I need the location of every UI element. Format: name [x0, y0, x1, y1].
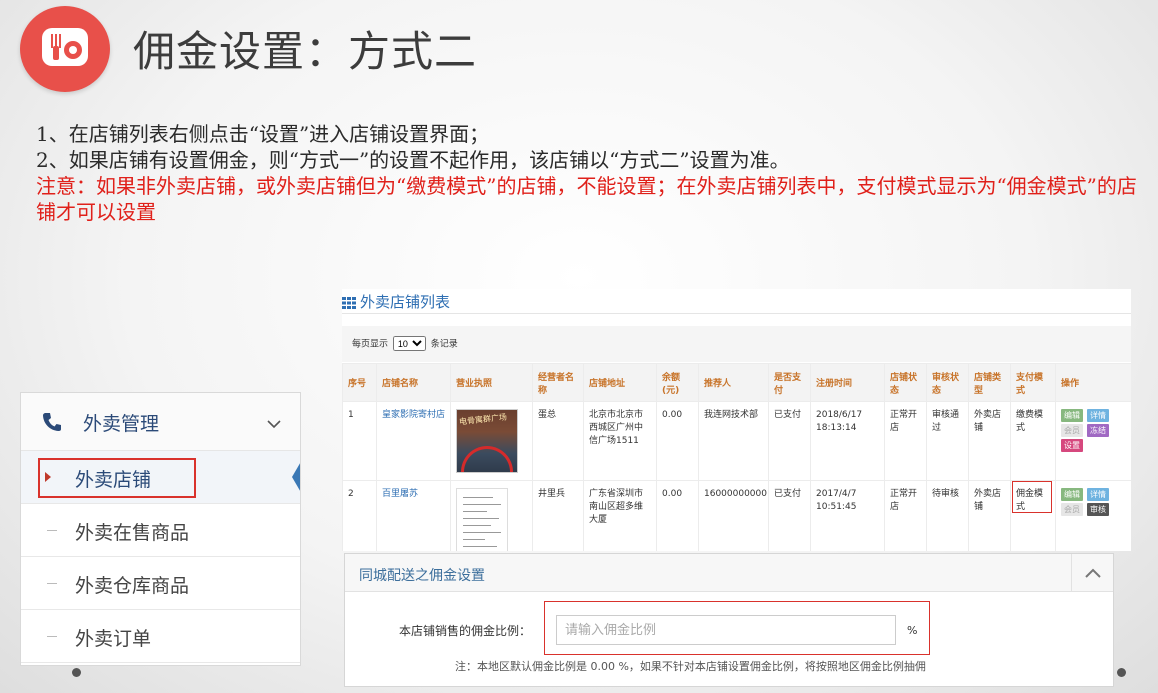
table-header-row: 序号 店铺名称 营业执照 经营者名称 店铺地址 余额(元) 推荐人 是否支付 注… [342, 363, 1131, 402]
divider [342, 313, 1131, 314]
cell-review: 审核通过 [926, 401, 969, 481]
cell-paid: 已支付 [768, 480, 811, 551]
sidebar-item-takeout-orders[interactable]: 外卖订单 [21, 610, 300, 663]
arch-graphic [461, 446, 513, 472]
cell-no: 2 [342, 480, 377, 551]
commission-title: 同城配送之佣金设置 [359, 568, 485, 584]
store-name-link[interactable]: 百里屠苏 [376, 480, 451, 551]
commission-hint: 注：本地区默认佣金比例是 0.00 %，如果不针对本店铺设置佣金比例，将按照地区… [455, 660, 926, 673]
collapse-toggle[interactable] [1071, 554, 1113, 592]
sidebar-item-label: 外卖仓库商品 [75, 575, 190, 597]
cell-license [450, 480, 533, 551]
sidebar-section-label: 外卖管理 [83, 413, 160, 435]
slide-dot [72, 668, 81, 677]
cell-actions: 编辑 详情 会员 冻结 设置 [1055, 401, 1131, 481]
cell-balance: 0.00 [656, 401, 699, 481]
member-button[interactable]: 会员 [1061, 503, 1083, 516]
column-header[interactable]: 余额(元) [656, 363, 699, 402]
tree-dash [47, 583, 57, 584]
member-button[interactable]: 会员 [1061, 424, 1083, 437]
cell-address: 北京市北京市西城区广州中信广场1511 [583, 401, 657, 481]
cell-review: 待审核 [926, 480, 969, 551]
column-header[interactable]: 支付模式 [1010, 363, 1056, 402]
cell-reg-time: 2018/6/17 18:13:14 [810, 401, 885, 481]
sidebar-item-label: 外卖订单 [75, 628, 152, 650]
review-button[interactable]: 审核 [1087, 503, 1109, 516]
column-header[interactable]: 经营者名称 [532, 363, 584, 402]
tree-dash [47, 636, 57, 637]
edit-button[interactable]: 编辑 [1061, 488, 1083, 501]
detail-button[interactable]: 详情 [1087, 488, 1109, 501]
commission-rate-label: 本店铺销售的佣金比例： [399, 624, 532, 638]
store-list-title-text: 外卖店铺列表 [360, 293, 451, 311]
logo-icon [20, 6, 110, 92]
store-list-title: 外卖店铺列表 [342, 291, 450, 313]
cell-pay-mode: 缴费模式 [1010, 401, 1056, 481]
page-title: 佣金设置：方式二 [133, 27, 478, 76]
column-header[interactable]: 推荐人 [698, 363, 769, 402]
highlight-box-pay-mode [1012, 481, 1052, 513]
cell-status: 正常开店 [884, 401, 927, 481]
commission-header: 同城配送之佣金设置 [345, 554, 1113, 592]
chevron-down-icon[interactable] [266, 415, 282, 434]
grid-icon [342, 295, 356, 313]
edit-button[interactable]: 编辑 [1061, 409, 1083, 422]
cell-no: 1 [342, 401, 377, 481]
sidebar-item-takeout-warehouse[interactable]: 外卖仓库商品 [21, 557, 300, 610]
phone-icon [41, 411, 63, 437]
tree-dash [47, 530, 57, 531]
cell-owner: 蛋总 [532, 401, 584, 481]
column-header: 操作 [1055, 363, 1131, 402]
settings-button[interactable]: 设置 [1061, 439, 1083, 452]
license-image[interactable]: 电骨寓群广场 [456, 409, 518, 473]
column-header[interactable]: 店铺地址 [583, 363, 657, 402]
cell-status: 正常开店 [884, 480, 927, 551]
instruction-note: 注意：如果非外卖店铺，或外卖店铺但为“缴费模式”的店铺，不能设置；在外卖店铺列表… [36, 174, 1137, 224]
license-image[interactable] [456, 488, 508, 551]
page-size-prefix: 每页显示 [352, 339, 389, 350]
page-size-select[interactable]: 10 [392, 336, 426, 351]
page-size-suffix: 条记录 [430, 339, 458, 350]
page-size-bar: 每页显示 10 条记录 [342, 326, 1131, 362]
cell-balance: 0.00 [656, 480, 699, 551]
column-header[interactable]: 店铺名称 [376, 363, 451, 402]
highlight-box-sidebar [38, 458, 196, 498]
store-name-link[interactable]: 皇家影院寄村店 [376, 401, 451, 481]
column-header[interactable]: 营业执照 [450, 363, 533, 402]
chevron-up-icon [1085, 568, 1101, 578]
cell-license: 电骨寓群广场 [450, 401, 533, 481]
license-image-text: 电骨寓群广场 [458, 412, 508, 427]
active-indicator [292, 453, 300, 501]
column-header[interactable]: 店铺类型 [968, 363, 1011, 402]
cell-referrer: 16000000000 [698, 480, 769, 551]
sidebar-section-takeout[interactable]: 外卖管理 [21, 393, 300, 451]
slide-dot [1117, 668, 1126, 677]
cell-referrer: 我连网技术部 [698, 401, 769, 481]
column-header[interactable]: 注册时间 [810, 363, 885, 402]
highlight-box-commission-input [544, 601, 930, 655]
store-table: 序号 店铺名称 营业执照 经营者名称 店铺地址 余额(元) 推荐人 是否支付 注… [342, 363, 1131, 551]
column-header[interactable]: 店铺状态 [884, 363, 927, 402]
instruction-line-1: 1、在店铺列表右侧点击“设置”进入店铺设置界面； [36, 122, 490, 146]
instruction-line-2: 2、如果店铺有设置佣金，则“方式一”的设置不起作用，该店铺以“方式二”设置为准。 [36, 148, 790, 172]
cell-type: 外卖店铺 [968, 401, 1011, 481]
table-row: 1 皇家影院寄村店 电骨寓群广场 蛋总 北京市北京市西城区广州中信广场1511 … [342, 401, 1131, 481]
instructions: 1、在店铺列表右侧点击“设置”进入店铺设置界面； 2、如果店铺有设置佣金，则“方… [36, 121, 1146, 225]
freeze-button[interactable]: 冻结 [1087, 424, 1109, 437]
sidebar-item-label: 外卖在售商品 [75, 522, 190, 544]
cell-paid: 已支付 [768, 401, 811, 481]
cell-owner: 井里兵 [532, 480, 584, 551]
cell-address: 广东省深圳市南山区超多维大厦 [583, 480, 657, 551]
column-header[interactable]: 是否支付 [768, 363, 811, 402]
cell-actions: 编辑 详情 会员 审核 [1055, 480, 1131, 551]
cell-type: 外卖店铺 [968, 480, 1011, 551]
sidebar-menu: 外卖管理 外卖店铺 外卖在售商品 外卖仓库商品 外卖订单 [20, 392, 301, 666]
column-header[interactable]: 审核状态 [926, 363, 969, 402]
cell-reg-time: 2017/4/7 10:51:45 [810, 480, 885, 551]
detail-button[interactable]: 详情 [1087, 409, 1109, 422]
column-header[interactable]: 序号 [342, 363, 377, 402]
sidebar-item-takeout-onsale[interactable]: 外卖在售商品 [21, 504, 300, 557]
